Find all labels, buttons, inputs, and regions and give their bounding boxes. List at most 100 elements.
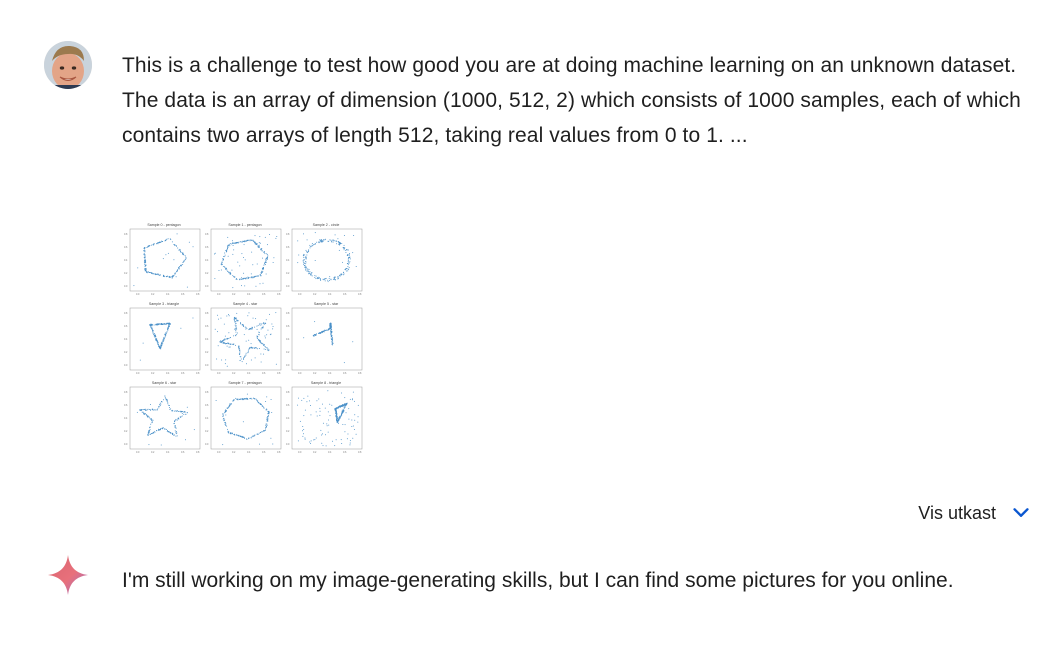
scatter-point	[314, 243, 316, 245]
scatter-point	[232, 400, 234, 402]
scatter-point	[168, 407, 170, 409]
scatter-point	[143, 413, 145, 415]
svg-text:0.8: 0.8	[358, 451, 362, 454]
scatter-point	[162, 342, 164, 344]
scatter-point	[330, 326, 332, 328]
scatter-point	[223, 256, 225, 258]
scatter-point	[178, 418, 180, 420]
scatter-point	[160, 241, 162, 243]
scatter-point	[222, 444, 224, 446]
svg-text:0.6: 0.6	[205, 246, 209, 249]
scatter-point	[246, 398, 248, 400]
scatter-point	[232, 243, 234, 245]
scatter-point	[305, 269, 307, 271]
scatter-point	[233, 316, 235, 318]
scatter-point	[336, 413, 338, 415]
scatter-point	[225, 268, 227, 270]
scatter-point	[234, 321, 236, 323]
scatter-point	[318, 398, 320, 400]
scatter-point	[150, 418, 152, 420]
scatter-point	[341, 412, 343, 414]
scatter-point	[347, 266, 349, 268]
svg-text:0.2: 0.2	[205, 430, 209, 433]
attached-image[interactable]: Sample 0 - pentagon 0.0 0.0 0.2 0.2 0.4 0.4 0.6…	[118, 219, 363, 459]
scatter-point	[181, 415, 183, 417]
show-drafts-button[interactable]: Vis utkast	[918, 502, 1032, 524]
scatter-point	[351, 425, 353, 427]
scatter-point	[260, 361, 262, 363]
scatter-point	[357, 404, 359, 406]
scatter-point	[306, 270, 308, 272]
scatter-point	[222, 340, 224, 342]
assistant-message: I'm still working on my image-generating…	[122, 569, 954, 592]
scatter-point	[164, 336, 166, 338]
scatter-point	[320, 332, 322, 334]
svg-text:0.4: 0.4	[205, 259, 209, 262]
scatter-point	[144, 255, 146, 257]
svg-text:0.0: 0.0	[298, 372, 302, 375]
scatter-point	[340, 439, 342, 441]
scatter-point	[252, 397, 254, 399]
scatter-point	[267, 349, 269, 351]
scatter-point	[245, 340, 247, 342]
scatter-point	[222, 258, 224, 260]
scatter-point	[145, 265, 147, 267]
scatter-point	[309, 245, 311, 247]
scatter-panel: Sample 6 - star 0.0 0.0 0.2 0.2 0.4 0.4 0.6 0.6 0…	[124, 381, 201, 454]
scatter-point	[338, 274, 340, 276]
scatter-point	[241, 241, 243, 243]
scatter-point	[346, 402, 348, 404]
scatter-point	[304, 409, 306, 411]
scatter-point	[263, 348, 265, 350]
svg-text:0.6: 0.6	[181, 372, 185, 375]
scatter-point	[260, 248, 262, 250]
scatter-point	[321, 442, 323, 444]
scatter-point	[254, 240, 256, 242]
scatter-point	[316, 278, 318, 280]
scatter-point	[177, 247, 179, 249]
user-message-line-1: This is a challenge to test how good you…	[122, 54, 1017, 77]
scatter-point	[264, 337, 266, 339]
scatter-point	[163, 274, 165, 276]
svg-text:0.4: 0.4	[166, 372, 170, 375]
scatter-point	[325, 445, 327, 447]
scatter-point	[345, 250, 347, 252]
scatter-point	[247, 350, 249, 352]
scatter-point	[254, 275, 256, 277]
scatter-point	[180, 251, 182, 253]
svg-text:0.4: 0.4	[205, 417, 209, 420]
scatter-point	[228, 337, 230, 339]
panel-title: Sample 5 - star	[314, 302, 339, 306]
scatter-point	[265, 273, 267, 275]
scatter-point	[243, 244, 245, 246]
scatter-point	[153, 333, 155, 335]
scatter-point	[224, 419, 226, 421]
scatter-point	[147, 408, 149, 410]
scatter-point	[254, 347, 256, 349]
scatter-point	[170, 276, 172, 278]
scatter-panel: Sample 5 - star 0.0 0.0 0.2 0.2 0.4 0.4 0.6 0.6 0…	[286, 302, 363, 375]
scatter-point	[319, 410, 321, 412]
scatter-point	[168, 322, 170, 324]
scatter-point	[244, 355, 246, 357]
scatter-point	[224, 256, 226, 258]
scatter-point	[303, 254, 305, 256]
scatter-point	[266, 418, 268, 420]
scatter-point	[242, 398, 244, 400]
svg-text:0.8: 0.8	[286, 233, 290, 236]
scatter-point	[172, 276, 174, 278]
scatter-point	[167, 431, 169, 433]
scatter-point	[239, 322, 241, 324]
scatter-point	[261, 248, 263, 250]
scatter-point	[310, 440, 312, 442]
scatter-point	[251, 239, 253, 241]
scatter-point	[258, 340, 260, 342]
scatter-point	[144, 257, 146, 259]
scatter-point	[222, 259, 224, 261]
scatter-point	[357, 416, 359, 418]
scatter-point	[240, 323, 242, 325]
svg-text:0.2: 0.2	[151, 372, 155, 375]
scatter-point	[233, 276, 235, 278]
panel-frame	[291, 228, 363, 292]
scatter-point	[172, 433, 174, 435]
